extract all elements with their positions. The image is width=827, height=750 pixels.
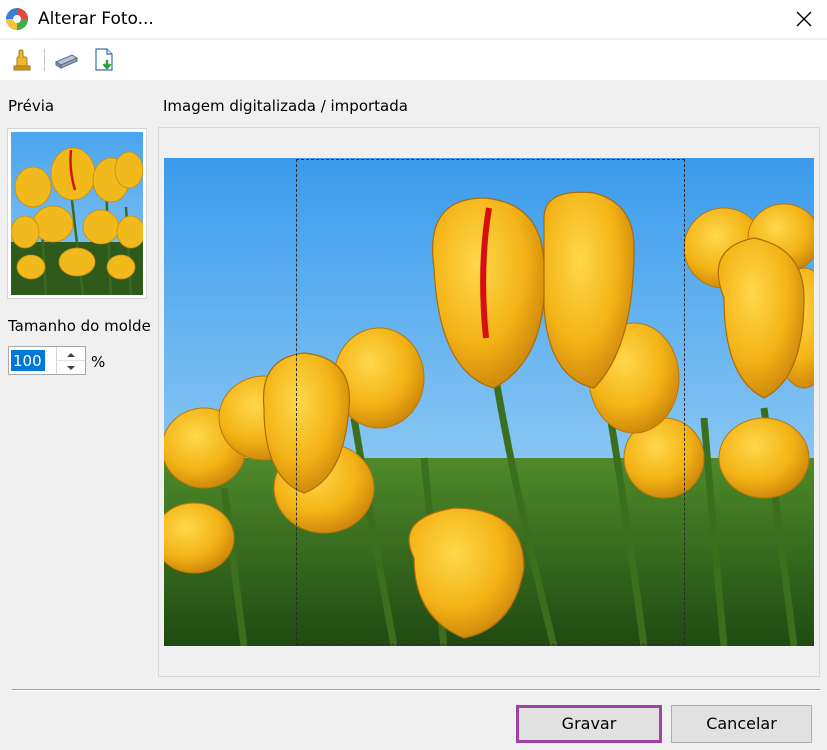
cancel-button-label: Cancelar <box>706 714 777 733</box>
mold-size-input[interactable] <box>11 350 57 371</box>
stepper-buttons <box>56 347 85 374</box>
color-wheel-icon <box>5 7 29 31</box>
cancel-button[interactable]: Cancelar <box>671 705 812 743</box>
save-button-label: Gravar <box>561 714 617 733</box>
title-bar: Alterar Foto... <box>0 0 827 38</box>
mold-size-label: Tamanho do molde <box>8 317 151 335</box>
preview-image <box>11 132 143 295</box>
close-button[interactable] <box>781 0 827 38</box>
arrow-up-icon <box>67 353 75 357</box>
scanner-icon <box>54 52 79 69</box>
close-icon <box>796 11 812 27</box>
import-button[interactable] <box>90 46 118 74</box>
hand-acquire-icon <box>13 49 31 71</box>
stepper-up-button[interactable] <box>57 347 85 361</box>
mold-size-stepper[interactable] <box>8 346 86 375</box>
preview-label: Prévia <box>8 97 55 115</box>
preview-thumbnail <box>7 128 147 299</box>
import-file-icon <box>95 48 113 71</box>
percent-unit: % <box>91 353 106 371</box>
image-group-label: Imagem digitalizada / importada <box>163 97 408 115</box>
toolbar <box>0 40 827 80</box>
arrow-down-icon <box>67 366 75 370</box>
save-button[interactable]: Gravar <box>516 705 662 743</box>
crop-selection-frame[interactable] <box>296 159 685 645</box>
divider <box>12 689 820 691</box>
scan-button[interactable] <box>52 46 80 74</box>
acquire-button[interactable] <box>8 46 36 74</box>
stepper-down-button[interactable] <box>57 361 85 374</box>
toolbar-separator <box>44 49 45 71</box>
window-title: Alterar Foto... <box>38 9 154 29</box>
alterar-foto-dialog: Alterar Foto... Prévia Tamanho do molde … <box>0 0 827 750</box>
